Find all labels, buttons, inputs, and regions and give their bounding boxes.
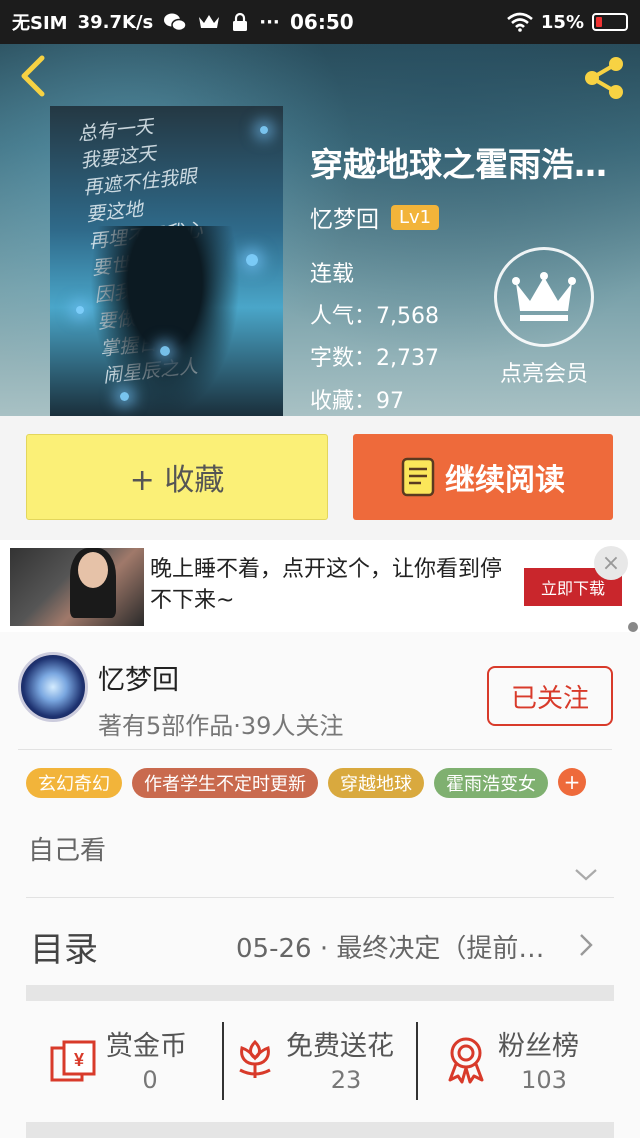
level-badge: Lv1: [391, 204, 440, 230]
back-arrow-icon: [21, 55, 45, 97]
send-flower-value: 23: [330, 1066, 362, 1094]
reward-coin-value: 0: [142, 1066, 158, 1094]
tag-list: 玄幻奇幻 作者学生不定时更新 穿越地球 霍雨浩变女 +: [26, 768, 586, 798]
ad-image[interactable]: [10, 548, 144, 626]
crown-app-icon: [199, 15, 220, 28]
book-detail-main: 忆梦回 著有5部作品·39人关注 已关注 玄幻奇幻 作者学生不定时更新 穿越地球…: [0, 632, 640, 1138]
section-separator: [26, 985, 614, 1001]
cover-light: [260, 126, 268, 134]
tag-item[interactable]: 穿越地球: [328, 768, 424, 798]
favorite-count: 收藏：97: [310, 389, 404, 414]
follow-button[interactable]: 已关注: [487, 666, 613, 726]
share-button[interactable]: [580, 54, 628, 102]
wechat-icon: [164, 13, 187, 32]
book-title: 穿越地球之霍雨浩…: [310, 145, 607, 184]
section-separator: [26, 1122, 614, 1138]
share-icon: [585, 57, 623, 99]
author-card-stats: 著有5部作品·39人关注: [98, 712, 344, 740]
vip-button[interactable]: [494, 247, 594, 347]
fan-ranking-label: 粉丝榜: [498, 1031, 579, 1062]
cover-light: [120, 392, 129, 401]
toc-latest-chapter[interactable]: 05-26 · 最终决定（提前…: [236, 928, 576, 965]
tag-item[interactable]: 作者学生不定时更新: [132, 768, 318, 798]
divider: [26, 897, 614, 898]
ad-close-button[interactable]: ×: [594, 546, 628, 580]
ad-text[interactable]: 晚上睡不着，点开这个，让你看到停不下来~: [150, 554, 510, 616]
lock-icon: [233, 12, 248, 31]
word-count: 字数：2,737: [310, 346, 439, 371]
reward-coin-button[interactable]: ¥ 赏金币 0: [26, 1020, 222, 1100]
book-description: 自己看: [28, 836, 107, 866]
expand-chevron-down-icon[interactable]: [574, 868, 598, 882]
author-name[interactable]: 忆梦回: [310, 200, 379, 234]
send-flower-label: 免费送花: [286, 1031, 394, 1062]
clock: 06:50: [290, 10, 354, 34]
book-icon: [401, 457, 435, 497]
author-row: 忆梦回 Lv1: [310, 200, 440, 234]
svg-text:¥: ¥: [74, 1050, 84, 1070]
ad-info-icon[interactable]: [628, 622, 638, 632]
cover-light: [246, 254, 258, 266]
network-speed: 39.7K/s: [77, 11, 154, 33]
carrier-text: 无SIM: [12, 13, 68, 34]
crown-icon: [512, 272, 576, 321]
cover-light: [76, 306, 84, 314]
medal-icon: [448, 1037, 484, 1084]
reward-stats: ¥ 赏金币 0 免费送花 23 粉丝榜 103: [26, 1020, 614, 1110]
ad-image-face: [78, 552, 108, 588]
tag-item[interactable]: 霍雨浩变女: [434, 768, 548, 798]
book-status: 连载: [310, 262, 355, 287]
popularity-count: 人气：7,568: [310, 304, 439, 329]
continue-reading-label: 继续阅读: [445, 463, 565, 498]
book-cover[interactable]: 总有一天 我要这天 再遮不住我眼 要这地 再埋不了我心 要世间一切 因我而臣服 …: [50, 106, 283, 416]
vip-label: 点亮会员: [499, 362, 588, 387]
author-avatar[interactable]: [18, 652, 88, 722]
action-bar: + 收藏 继续阅读: [0, 416, 640, 540]
status-bar: 无SIM 39.7K/s ··· 06:50 15%: [0, 0, 640, 44]
reward-coin-label: 赏金币: [106, 1031, 187, 1062]
divider: [18, 749, 612, 750]
chevron-right-icon[interactable]: [578, 932, 594, 958]
battery-icon: [592, 13, 628, 31]
wifi-icon: [507, 12, 533, 32]
battery-percent: 15%: [540, 11, 584, 33]
tag-item[interactable]: 玄幻奇幻: [26, 768, 122, 798]
fan-ranking-button[interactable]: 粉丝榜 103: [418, 1020, 614, 1100]
book-header: 总有一天 我要这天 再遮不住我眼 要这地 再埋不了我心 要世间一切 因我而臣服 …: [0, 0, 640, 416]
author-card-name[interactable]: 忆梦回: [98, 658, 179, 697]
flower-icon: [239, 1039, 271, 1078]
back-button[interactable]: [14, 54, 54, 98]
collect-button[interactable]: + 收藏: [26, 434, 328, 520]
cover-light: [160, 346, 170, 356]
cover-figure: [90, 226, 240, 416]
continue-reading-button[interactable]: 继续阅读: [353, 434, 613, 520]
send-flower-button[interactable]: 免费送花 23: [224, 1020, 416, 1100]
more-notifications-icon: ···: [259, 11, 280, 33]
ad-banner[interactable]: 晚上睡不着，点开这个，让你看到停不下来~ 立即下载 ×: [0, 540, 640, 632]
fan-ranking-value: 103: [521, 1066, 567, 1094]
toc-label[interactable]: 目录: [30, 922, 98, 971]
more-tags-button[interactable]: +: [558, 768, 586, 796]
gold-coin-envelope-icon: ¥: [50, 1040, 96, 1082]
